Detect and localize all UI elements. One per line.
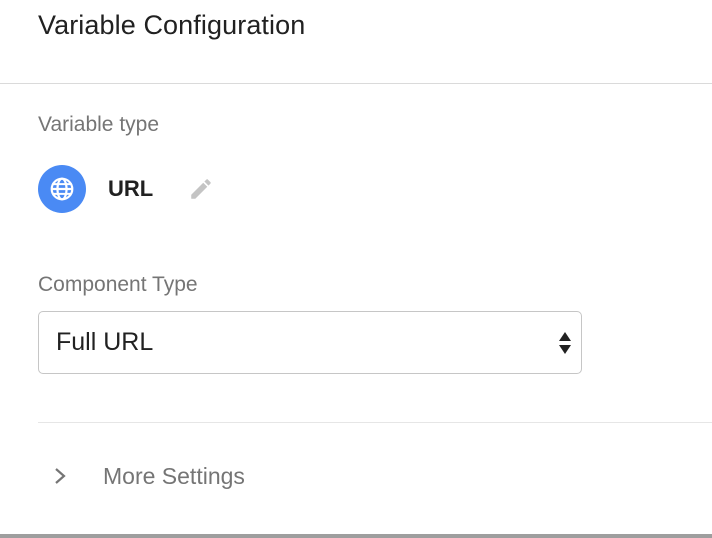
bottom-border <box>0 534 712 538</box>
variable-type-row: URL <box>38 165 215 213</box>
variable-type-label: Variable type <box>38 113 160 136</box>
select-arrows-icon <box>559 332 571 354</box>
more-settings-toggle[interactable]: More Settings <box>50 456 245 496</box>
panel-header: Variable Configuration <box>0 0 712 84</box>
section-divider <box>38 422 712 423</box>
component-type-select[interactable]: Full URL <box>38 311 582 374</box>
variable-type-name: URL <box>108 176 154 201</box>
chevron-right-icon <box>50 466 70 486</box>
component-type-value: Full URL <box>56 328 154 356</box>
variable-configuration-panel: Variable Configuration Variable type URL… <box>0 0 712 538</box>
globe-icon <box>38 165 86 213</box>
component-type-label: Component Type <box>38 273 198 296</box>
more-settings-label: More Settings <box>103 462 245 489</box>
pencil-icon[interactable] <box>187 175 215 203</box>
panel-title: Variable Configuration <box>38 10 306 40</box>
